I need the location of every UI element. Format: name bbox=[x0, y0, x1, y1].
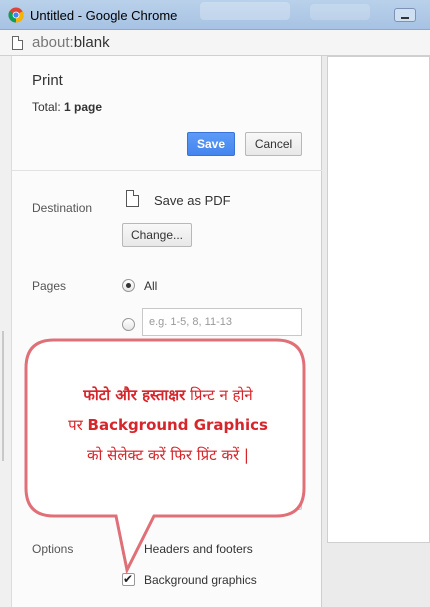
change-destination-button[interactable]: Change... bbox=[122, 223, 192, 247]
callout-line-1: फोटो और हस्ताक्षर प्रिन्ट न होने bbox=[50, 380, 286, 410]
callout-line-2-prefix: पर bbox=[68, 416, 88, 434]
callout-line-3: को सेलेक्ट करें फिर प्रिंट करें | bbox=[87, 446, 249, 464]
chrome-logo-icon bbox=[8, 7, 24, 23]
window-title: Untitled - Google Chrome bbox=[30, 8, 178, 23]
background-graphics-checkbox[interactable] bbox=[122, 572, 135, 586]
cancel-button[interactable]: Cancel bbox=[245, 132, 302, 156]
destination-label: Destination bbox=[32, 201, 93, 215]
pdf-document-icon bbox=[126, 190, 139, 207]
pages-range-radio[interactable] bbox=[122, 318, 135, 331]
page-icon bbox=[12, 36, 23, 50]
pages-all-radio[interactable] bbox=[122, 279, 135, 292]
url-path: blank bbox=[73, 34, 110, 51]
callout-background-graphics: Background Graphics bbox=[87, 416, 268, 434]
address-url[interactable]: about:blank bbox=[32, 34, 110, 51]
total-value: 1 page bbox=[64, 100, 103, 114]
left-edge bbox=[0, 56, 12, 607]
preview-page bbox=[327, 56, 430, 543]
minimize-button[interactable] bbox=[394, 8, 416, 22]
divider bbox=[12, 170, 322, 171]
pages-label: Pages bbox=[32, 279, 67, 293]
url-scheme: about: bbox=[32, 34, 74, 51]
headers-footers-label: Headers and footers bbox=[144, 542, 253, 556]
save-button[interactable]: Save bbox=[187, 132, 235, 156]
window-titlebar: Untitled - Google Chrome bbox=[0, 0, 430, 30]
callout-line-2: पर Background Graphics bbox=[50, 410, 286, 440]
print-title: Print bbox=[32, 72, 63, 89]
annotation-callout: फोटो और हस्ताक्षर प्रिन्ट न होने पर Back… bbox=[24, 338, 306, 575]
destination-name: Save as PDF bbox=[154, 193, 231, 208]
total-pages: Total: 1 page bbox=[32, 100, 102, 114]
callout-text: फोटो और हस्ताक्षर प्रिन्ट न होने पर Back… bbox=[50, 380, 286, 470]
pages-all-label: All bbox=[144, 279, 158, 293]
background-graphics-label: Background graphics bbox=[144, 573, 257, 587]
background-window-tab bbox=[200, 2, 290, 20]
address-bar[interactable]: about:blank bbox=[0, 30, 430, 56]
callout-bold-phrase: फोटो और हस्ताक्षर bbox=[83, 386, 186, 404]
pages-range-input[interactable] bbox=[142, 308, 302, 336]
total-label: Total: bbox=[32, 100, 61, 114]
callout-line-1-rest: प्रिन्ट न होने bbox=[185, 386, 253, 404]
options-label: Options bbox=[32, 542, 74, 556]
background-window-tab bbox=[310, 4, 370, 20]
